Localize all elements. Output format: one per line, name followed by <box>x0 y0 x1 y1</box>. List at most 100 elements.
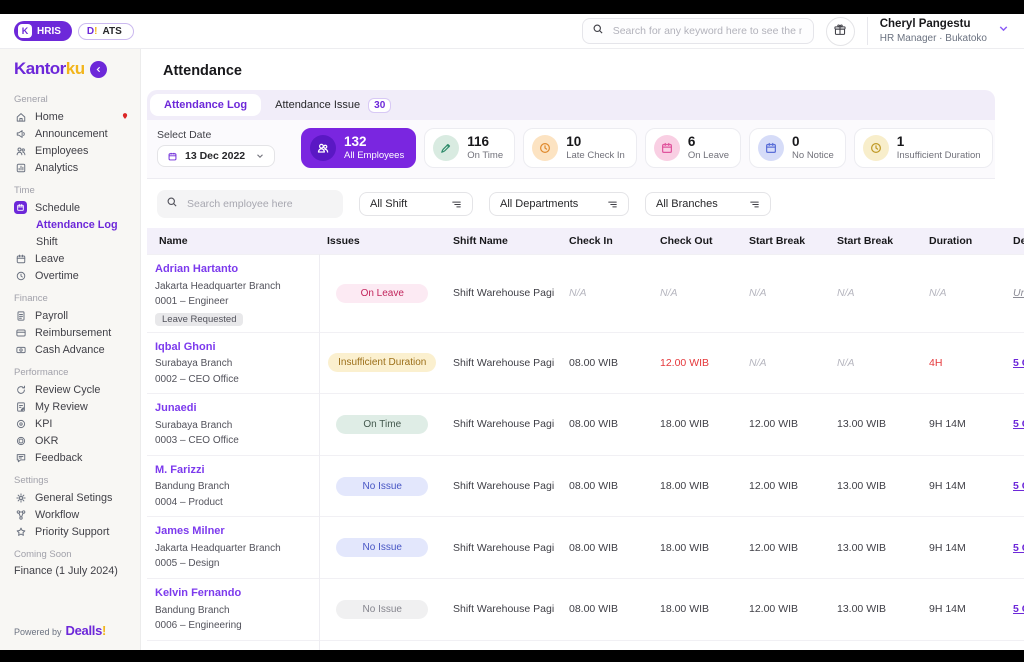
main-content: Attendance Attendance LogAttendance Issu… <box>141 49 1024 650</box>
sidebar-item-analytics[interactable]: Analytics <box>0 159 140 176</box>
home-icon <box>14 110 27 123</box>
sidebar-item-schedule[interactable]: Schedule <box>0 199 140 216</box>
time-value: 12.00 WIB <box>749 480 798 492</box>
issue-cell: On Leave <box>319 255 445 333</box>
filter-dropdown-all-shift[interactable]: All Shift <box>359 192 473 216</box>
stat-card-insufficient-duration[interactable]: 1Insufficient Duration <box>854 128 993 168</box>
sidebar-item-kpi[interactable]: KPI <box>0 415 140 432</box>
star-icon <box>14 525 27 538</box>
check-in-cell: N/A <box>561 640 652 650</box>
stat-card-no-notice[interactable]: 0No Notice <box>749 128 846 168</box>
filter-dropdown-all-branches[interactable]: All Branches <box>645 192 771 216</box>
user-role: HR Manager · Bukatoko <box>880 32 987 45</box>
profile-menu[interactable]: Cheryl Pangestu HR Manager · Bukatoko <box>880 17 1010 45</box>
sidebar-item-priority-support[interactable]: Priority Support <box>0 523 140 540</box>
sidebar-item-my-review[interactable]: My Review <box>0 398 140 415</box>
ats-label: ATS <box>102 26 121 37</box>
sidebar-item-reimbursement[interactable]: Reimbursement <box>0 324 140 341</box>
filter-dropdown-all-departments[interactable]: All Departments <box>489 192 629 216</box>
powered-by: Powered by Dealls! <box>14 623 106 638</box>
column-header-check-out: Check Out <box>652 228 741 255</box>
sidebar-item-home[interactable]: Home <box>0 108 140 125</box>
tab-label: Attendance Issue <box>275 99 360 111</box>
employee-name-link[interactable]: Kelvin Fernando <box>155 585 311 603</box>
sidebar-collapse-button[interactable] <box>90 61 107 78</box>
global-search[interactable] <box>582 18 814 44</box>
time-value: 18.00 WIB <box>660 603 709 615</box>
description-text: Unpaid leave <box>1013 287 1024 299</box>
checkpoints-link[interactable]: 5 Checkpoints <box>1013 603 1024 615</box>
shift-cell: Shift Warehouse Pagi <box>445 255 561 333</box>
employee-code: 0003 – CEO Office <box>155 433 311 449</box>
sidebar-item-attendance-log[interactable]: Attendance Log <box>0 216 140 233</box>
check-out-cell: 18.00 WIB <box>652 517 741 579</box>
sidebar-item-overtime[interactable]: Overtime <box>0 267 140 284</box>
sidebar-item-employees[interactable]: Employees <box>0 142 140 159</box>
issue-badge: On Time <box>336 415 428 434</box>
issue-cell: On Time <box>319 640 445 650</box>
checkpoints-link[interactable]: 5 Checkpoints <box>1013 542 1024 554</box>
dealls-d-icon: D! <box>87 26 98 37</box>
start-break-cell: N/A <box>741 640 829 650</box>
stat-text: 1Insufficient Duration <box>897 134 981 162</box>
employee-name-link[interactable]: James Milner <box>155 523 311 541</box>
start-break-cell: 13.00 WIB <box>829 394 921 456</box>
hris-toggle-button[interactable]: K HRIS <box>14 21 72 41</box>
issue-cell: No Issue <box>319 578 445 640</box>
duration-cell: N/A <box>921 640 1005 650</box>
stat-card-all-employees[interactable]: 132All Employees <box>301 128 416 168</box>
checkpoints-link[interactable]: 5 Checkpoints <box>1013 418 1024 430</box>
sidebar-section-label-coming-soon: Coming Soon <box>0 540 140 563</box>
sidebar-item-payroll[interactable]: Payroll <box>0 307 140 324</box>
time-value: 08.00 WIB <box>569 480 618 492</box>
time-value: 9H 14M <box>929 480 966 492</box>
na-value: N/A <box>660 287 678 299</box>
start-break-cell: N/A <box>741 332 829 394</box>
tab-attendance-issue[interactable]: Attendance Issue30 <box>261 93 405 118</box>
schedule-icon <box>14 201 27 214</box>
sidebar-item-workflow[interactable]: Workflow <box>0 506 140 523</box>
employee-name-link[interactable]: M. Farizzi <box>155 462 311 480</box>
sidebar-item-okr[interactable]: OKR <box>0 432 140 449</box>
sidebar-item-cash-advance[interactable]: Cash Advance <box>0 341 140 358</box>
ats-toggle-button[interactable]: D! ATS <box>78 23 134 40</box>
sidebar-item-announcement[interactable]: Announcement <box>0 125 140 142</box>
employee-name-link[interactable]: Adrian Hartanto <box>155 261 311 279</box>
sidebar-item-feedback[interactable]: Feedback <box>0 449 140 466</box>
global-search-input[interactable] <box>611 24 804 38</box>
employee-name-link[interactable]: Junaedi <box>155 400 311 418</box>
gift-button[interactable] <box>826 17 855 46</box>
description-cell: Unpaid leave <box>1005 255 1024 333</box>
sidebar-item-shift[interactable]: Shift <box>0 233 140 250</box>
tab-attendance-log[interactable]: Attendance Log <box>150 94 261 116</box>
filter-lines-icon <box>607 199 618 210</box>
table-body: Adrian HartantoJakarta Headquarter Branc… <box>147 255 1024 651</box>
sidebar-item-general-setings[interactable]: General Setings <box>0 489 140 506</box>
controls-row: Select Date 13 Dec 2022 132All Employees… <box>147 120 995 179</box>
employee-name-link[interactable]: Adristi Hanun <box>155 647 311 650</box>
check-out-cell: 18.00 WIB <box>652 394 741 456</box>
sidebar-item-leave[interactable]: Leave <box>0 250 140 267</box>
column-header-duration: Duration <box>921 228 1005 255</box>
checkpoints-link[interactable]: 5 Checkpoints <box>1013 357 1024 369</box>
time-value: 08.00 WIB <box>569 603 618 615</box>
employee-search-input[interactable] <box>185 197 334 211</box>
na-value: N/A <box>749 287 767 299</box>
date-select[interactable]: 13 Dec 2022 <box>157 145 275 167</box>
top-right-cluster: Cheryl Pangestu HR Manager · Bukatoko <box>582 17 1010 46</box>
stat-card-on-time[interactable]: 116On Time <box>424 128 515 168</box>
sidebar-item-label: Payroll <box>35 310 68 322</box>
employee-search[interactable] <box>157 190 343 218</box>
pen-icon <box>433 135 459 161</box>
check-out-cell: N/A <box>652 255 741 333</box>
table-row: Adrian HartantoJakarta Headquarter Branc… <box>147 255 1024 333</box>
checkpoints-link[interactable]: 5 Checkpoints <box>1013 480 1024 492</box>
stat-card-on-leave[interactable]: 6On Leave <box>645 128 741 168</box>
date-picker-group: Select Date 13 Dec 2022 <box>157 129 275 167</box>
table-row: JunaediSurabaya Branch0003 – CEO OfficeO… <box>147 394 1024 456</box>
stat-card-late-check-in[interactable]: 10Late Check In <box>523 128 637 168</box>
sidebar-item-label: Workflow <box>35 509 79 521</box>
employee-branch: Jakarta Headquarter Branch <box>155 279 311 295</box>
employee-name-link[interactable]: Iqbal Ghoni <box>155 339 311 357</box>
sidebar-item-review-cycle[interactable]: Review Cycle <box>0 381 140 398</box>
